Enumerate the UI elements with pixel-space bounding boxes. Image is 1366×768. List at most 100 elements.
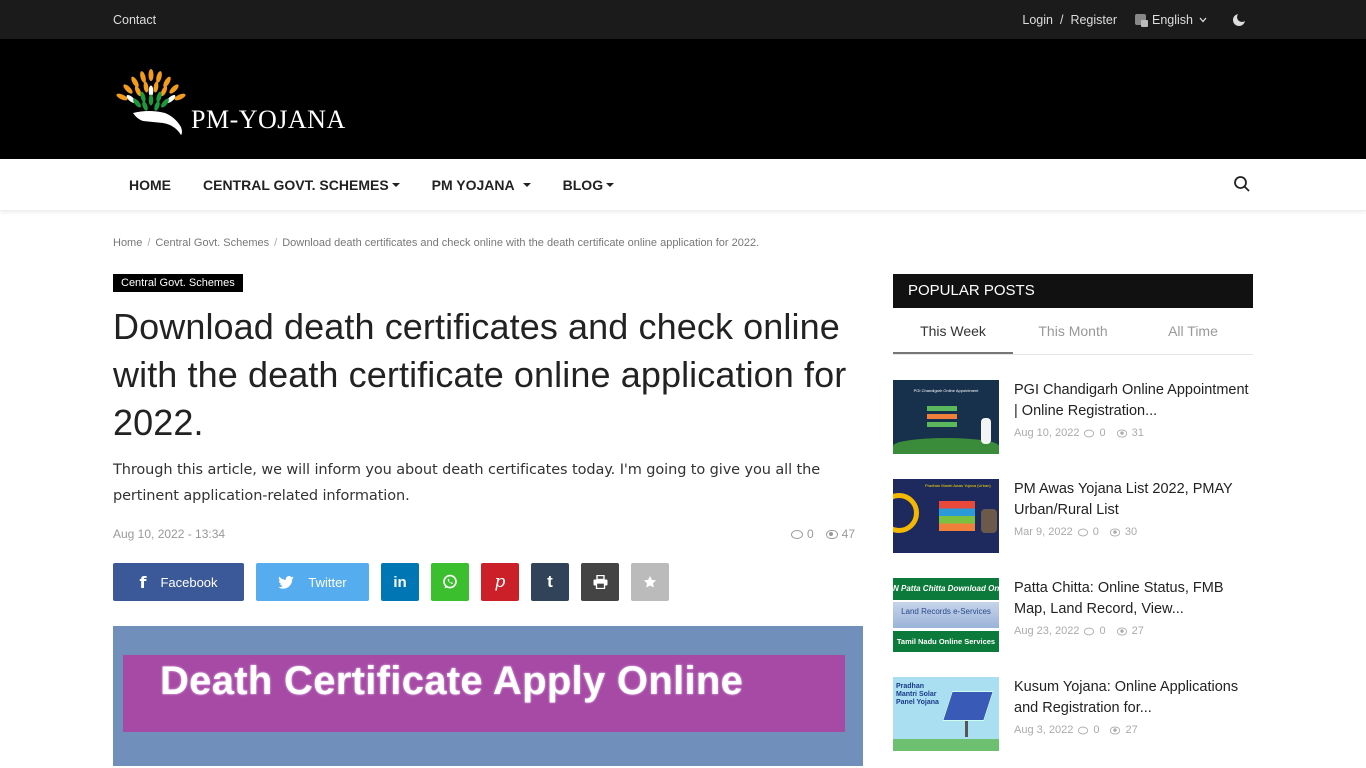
comment-icon	[1078, 726, 1089, 734]
post-thumbnail[interactable]: Pradhan Mantri Awas Yojana (Urban)	[893, 479, 999, 553]
popular-post-item[interactable]: Pradhan Mantri Solar Panel Yojana Kusum …	[893, 677, 1253, 751]
twitter-icon	[278, 575, 295, 589]
language-label: English	[1152, 12, 1193, 27]
facebook-icon: f	[139, 572, 147, 592]
share-buttons: f Facebook Twitter in p t	[113, 563, 863, 601]
post-thumbnail[interactable]: PGI Chandigarh Online Appointment	[893, 380, 999, 454]
post-title[interactable]: PM Awas Yojana List 2022, PMAY Urban/Rur…	[1014, 479, 1253, 521]
nav-item-blog[interactable]: BLOG	[562, 177, 615, 193]
caret-down-icon	[522, 183, 531, 187]
nav-item-central-govt-schemes[interactable]: CENTRAL GOVT. SCHEMES	[203, 177, 400, 193]
caret-down-icon	[391, 183, 400, 187]
view-count: 30	[1124, 526, 1138, 538]
popular-post-item[interactable]: PGI Chandigarh Online Appointment PGI Ch…	[893, 380, 1253, 454]
bookmark-star-button[interactable]	[631, 563, 669, 601]
eye-icon	[1109, 528, 1120, 536]
share-linkedin-button[interactable]: in	[381, 563, 419, 601]
linkedin-icon: in	[393, 573, 407, 591]
post-thumbnail[interactable]: N Patta Chitta Download Online Land Reco…	[893, 578, 999, 652]
comment-count: 0	[1099, 625, 1106, 637]
print-button[interactable]	[581, 563, 619, 601]
contact-link[interactable]: Contact	[113, 13, 156, 27]
breadcrumb-home[interactable]: Home	[113, 237, 142, 249]
hero-image-text: Death Certificate Apply Online	[160, 659, 744, 703]
comment-icon	[1084, 627, 1095, 635]
star-icon	[643, 575, 657, 588]
popular-posts-tabs: This Week This Month All Time	[893, 308, 1253, 355]
tab-this-month[interactable]: This Month	[1013, 308, 1133, 354]
logo-leaves-hand-icon	[116, 69, 186, 135]
login-link[interactable]: Login	[1022, 13, 1053, 27]
eye-icon	[825, 529, 838, 539]
top-bar: Contact Login / Register English	[0, 0, 1366, 39]
post-thumbnail[interactable]: Pradhan Mantri Solar Panel Yojana	[893, 677, 999, 751]
article-excerpt: Through this article, we will inform you…	[113, 462, 821, 504]
breadcrumb-category[interactable]: Central Govt. Schemes	[155, 237, 269, 249]
category-badge[interactable]: Central Govt. Schemes	[113, 274, 243, 292]
tab-this-week[interactable]: This Week	[893, 308, 1013, 354]
share-twitter-button[interactable]: Twitter	[256, 563, 369, 601]
eye-icon	[1116, 627, 1127, 635]
post-title[interactable]: PGI Chandigarh Online Appointment | Onli…	[1014, 380, 1253, 422]
article-meta: Aug 10, 2022 - 13:34 0 47	[113, 527, 863, 541]
breadcrumb-separator: /	[147, 237, 151, 249]
share-pinterest-button[interactable]: p	[481, 563, 519, 601]
sidebar-popular-posts: POPULAR POSTS This Week This Month All T…	[893, 274, 1253, 766]
article-title: Download death certificates and check on…	[113, 306, 847, 443]
eye-icon	[1116, 429, 1127, 437]
language-selector[interactable]: English	[1135, 13, 1207, 27]
comment-count: 0	[1093, 724, 1100, 736]
dark-mode-toggle-moon-icon[interactable]	[1233, 11, 1247, 27]
comment-count: 0	[1099, 427, 1106, 439]
view-count: 27	[1131, 625, 1144, 637]
nav-label: CENTRAL GOVT. SCHEMES	[203, 177, 389, 193]
thumbnail-text: PGI Chandigarh Online Appointment	[913, 388, 979, 393]
nav-item-pm-yojana[interactable]: PM YOJANA	[432, 177, 531, 193]
view-count: 27	[1125, 724, 1138, 736]
post-date: Mar 9, 2022	[1014, 526, 1073, 538]
popular-posts-heading: POPULAR POSTS	[893, 274, 1253, 308]
nav-label: PM YOJANA	[431, 177, 515, 193]
site-logo[interactable]: PM-YOJANA	[113, 69, 346, 137]
comment-count: 0	[1092, 526, 1099, 538]
share-whatsapp-button[interactable]	[431, 563, 469, 601]
breadcrumb: Home / Central Govt. Schemes / Download deat…	[113, 237, 1253, 249]
article: Central Govt. Schemes Download death cer…	[113, 273, 863, 766]
nav-item-home[interactable]: HOME	[129, 177, 171, 193]
share-tumblr-button[interactable]: t	[531, 563, 569, 601]
thumbnail-text: Tamil Nadu Online Services	[893, 631, 999, 652]
breadcrumb-separator: /	[274, 237, 278, 249]
post-title[interactable]: Patta Chitta: Online Status, FMB Map, La…	[1014, 578, 1253, 620]
view-count: 31	[1131, 427, 1144, 439]
search-icon[interactable]	[1233, 175, 1251, 193]
popular-post-item[interactable]: Pradhan Mantri Awas Yojana (Urban) PM Aw…	[893, 479, 1253, 553]
register-link[interactable]: Register	[1070, 13, 1117, 27]
comment-icon	[1084, 429, 1095, 437]
view-count: 47	[841, 527, 855, 541]
login-register-separator: /	[1059, 12, 1064, 27]
twitter-label: Twitter	[308, 574, 347, 590]
popular-post-item[interactable]: N Patta Chitta Download Online Land Reco…	[893, 578, 1253, 652]
chevron-down-icon	[1199, 17, 1207, 22]
comment-icon	[790, 529, 803, 539]
thumbnail-text: N Patta Chitta Download Online	[893, 578, 999, 600]
whatsapp-icon	[443, 574, 457, 589]
post-date: Aug 10, 2022	[1014, 427, 1080, 439]
caret-down-icon	[606, 183, 615, 187]
nav-label: HOME	[129, 177, 171, 193]
thumbnail-text: Land Records e-Services	[893, 602, 999, 628]
nav-label: BLOG	[562, 177, 604, 193]
tab-all-time[interactable]: All Time	[1133, 308, 1253, 354]
share-facebook-button[interactable]: f Facebook	[113, 563, 244, 601]
translate-icon	[1135, 14, 1148, 27]
tumblr-icon: t	[547, 572, 553, 591]
breadcrumb-current: Download death certificates and check on…	[282, 237, 760, 249]
logo-text: PM-YOJANA	[191, 105, 346, 134]
facebook-label: Facebook	[160, 574, 218, 590]
site-header: PM-YOJANA	[0, 39, 1366, 159]
eye-icon	[1110, 726, 1121, 734]
post-title[interactable]: Kusum Yojana: Online Applications and Re…	[1014, 677, 1253, 719]
comment-icon	[1077, 528, 1088, 536]
article-hero-image: Death Certificate Apply Online	[113, 626, 863, 766]
article-date: Aug 10, 2022 - 13:34	[113, 527, 226, 541]
